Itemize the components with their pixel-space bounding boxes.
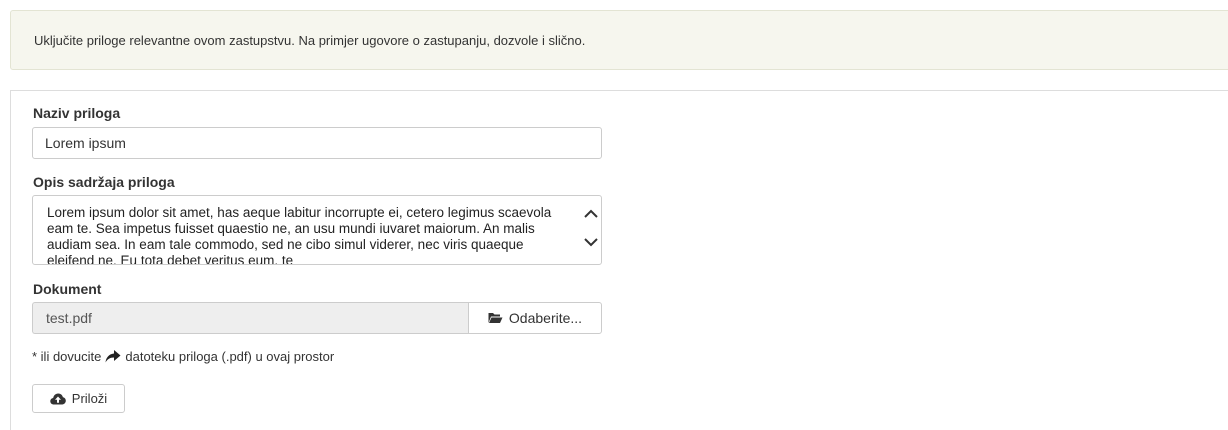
document-filename-field: test.pdf [32,302,469,334]
info-alert: Uključite priloge relevantne ovom zastup… [10,10,1228,70]
textarea-scrollbar[interactable] [581,196,601,264]
attachment-name-label: Naziv priloga [33,105,121,121]
hint-suffix: datoteku priloga (.pdf) u ovaj prostor [125,349,335,364]
drag-drop-hint: * ili dovucite datoteku priloga (.pdf) u… [32,349,334,364]
document-filename: test.pdf [46,310,92,326]
share-arrow-icon [105,350,121,363]
hint-prefix: * ili dovucite [32,349,102,364]
attachment-description-textarea[interactable]: Lorem ipsum dolor sit amet, has aeque la… [32,195,602,265]
browse-label: Odaberite... [508,310,583,326]
chevron-up-icon[interactable] [584,208,598,220]
info-text: Uključite priloge relevantne ovom zastup… [34,33,586,48]
chevron-down-icon[interactable] [584,236,598,248]
attachment-description-value: Lorem ipsum dolor sit amet, has aeque la… [47,205,552,265]
attachment-description-label: Opis sadržaja priloga [33,174,175,190]
cloud-upload-icon [50,393,66,405]
document-label: Dokument [33,281,102,297]
attachment-name-input[interactable]: Lorem ipsum [32,127,602,159]
attach-button[interactable]: Priloži [32,384,125,413]
attachment-name-value: Lorem ipsum [45,135,126,151]
document-file-group: test.pdf Odaberite... [32,302,602,334]
attach-label: Priloži [71,391,108,406]
folder-open-icon [488,312,503,324]
browse-button[interactable]: Odaberite... [468,302,602,334]
